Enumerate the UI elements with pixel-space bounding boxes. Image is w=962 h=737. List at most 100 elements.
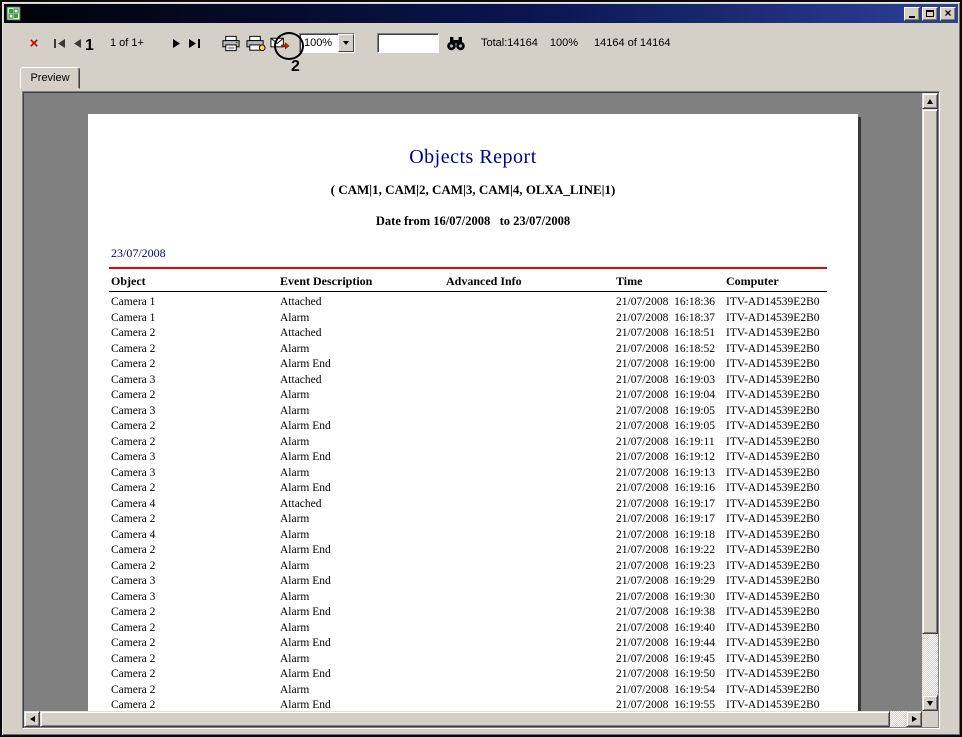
zoom-combobox[interactable]: 100%: [299, 33, 355, 53]
cell-object: Camera 2: [111, 636, 280, 652]
search-input[interactable]: [377, 33, 439, 53]
cell-advanced-info: [446, 683, 616, 699]
cell-computer: ITV-AD14539E2B0: [726, 528, 827, 544]
print-setup-button[interactable]: [245, 31, 267, 55]
cell-computer: ITV-AD14539E2B0: [726, 698, 827, 711]
cell-object: Camera 2: [111, 419, 280, 435]
cell-advanced-info: [446, 698, 616, 711]
close-button[interactable]: ×: [940, 7, 956, 21]
table-row: Camera 3 Alarm 21/07/2008 16:19:30 ITV-A…: [109, 590, 827, 606]
maximize-button[interactable]: [922, 7, 938, 21]
next-page-button[interactable]: [168, 31, 186, 55]
cell-time: 21/07/2008 16:19:03: [616, 373, 726, 389]
previous-page-button[interactable]: [68, 31, 86, 55]
cell-advanced-info: [446, 636, 616, 652]
close-report-button[interactable]: ×: [24, 31, 44, 55]
page-indicator: 1 of 1+: [110, 37, 144, 49]
next-page-icon: [172, 39, 182, 48]
cell-computer: ITV-AD14539E2B0: [726, 481, 827, 497]
arrow-up-icon: [927, 99, 933, 104]
cell-advanced-info: [446, 497, 616, 513]
vertical-scroll-thumb[interactable]: [922, 109, 938, 634]
cell-object: Camera 2: [111, 481, 280, 497]
cell-object: Camera 2: [111, 683, 280, 699]
cell-time: 21/07/2008 16:19:55: [616, 698, 726, 711]
cell-computer: ITV-AD14539E2B0: [726, 435, 827, 451]
cell-advanced-info: [446, 652, 616, 668]
table-row: Camera 2 Alarm End 21/07/2008 16:19:44 I…: [109, 636, 827, 652]
cell-computer: ITV-AD14539E2B0: [726, 605, 827, 621]
annotation-step-1: 1: [85, 37, 94, 55]
cell-computer: ITV-AD14539E2B0: [726, 450, 827, 466]
find-button[interactable]: [445, 31, 467, 55]
cell-event-description: Alarm End: [280, 667, 446, 683]
cell-advanced-info: [446, 342, 616, 358]
cell-time: 21/07/2008 16:19:22: [616, 543, 726, 559]
close-icon: ×: [944, 8, 951, 19]
table-row: Camera 2 Alarm 21/07/2008 16:18:52 ITV-A…: [109, 342, 827, 358]
binoculars-icon: [446, 36, 466, 51]
cell-advanced-info: [446, 481, 616, 497]
cell-advanced-info: [446, 667, 616, 683]
minimize-button[interactable]: [904, 7, 920, 21]
cell-event-description: Alarm End: [280, 636, 446, 652]
cell-event-description: Alarm: [280, 621, 446, 637]
zoom-dropdown-button[interactable]: [338, 34, 354, 52]
cell-computer: ITV-AD14539E2B0: [726, 683, 827, 699]
cell-object: Camera 2: [111, 698, 280, 711]
table-row: Camera 3 Alarm 21/07/2008 16:19:13 ITV-A…: [109, 466, 827, 482]
print-button[interactable]: [220, 31, 242, 55]
scroll-left-button[interactable]: [24, 711, 40, 727]
cell-computer: ITV-AD14539E2B0: [726, 357, 827, 373]
first-page-button[interactable]: [50, 31, 68, 55]
cell-event-description: Attached: [280, 373, 446, 389]
cell-time: 21/07/2008 16:19:44: [616, 636, 726, 652]
table-row: Camera 2 Alarm 21/07/2008 16:19:45 ITV-A…: [109, 652, 827, 668]
last-page-button[interactable]: [186, 31, 204, 55]
cell-advanced-info: [446, 419, 616, 435]
cell-object: Camera 3: [111, 466, 280, 482]
scroll-up-button[interactable]: [922, 93, 938, 109]
cell-time: 21/07/2008 16:19:05: [616, 419, 726, 435]
table-row: Camera 3 Alarm End 21/07/2008 16:19:29 I…: [109, 574, 827, 590]
vertical-scrollbar[interactable]: [922, 93, 938, 711]
cell-advanced-info: [446, 574, 616, 590]
cell-advanced-info: [446, 590, 616, 606]
cell-computer: ITV-AD14539E2B0: [726, 636, 827, 652]
cell-computer: ITV-AD14539E2B0: [726, 466, 827, 482]
minimize-icon: [909, 16, 915, 18]
horizontal-scrollbar[interactable]: [24, 711, 922, 727]
cell-event-description: Alarm: [280, 466, 446, 482]
cell-computer: ITV-AD14539E2B0: [726, 667, 827, 683]
arrow-left-icon: [30, 716, 35, 722]
cell-object: Camera 1: [111, 295, 280, 311]
cell-object: Camera 2: [111, 388, 280, 404]
column-header-computer: Computer: [726, 274, 827, 291]
cell-computer: ITV-AD14539E2B0: [726, 342, 827, 358]
titlebar[interactable]: ×: [4, 4, 958, 23]
cell-computer: ITV-AD14539E2B0: [726, 419, 827, 435]
cell-event-description: Alarm End: [280, 605, 446, 621]
scroll-down-button[interactable]: [922, 695, 938, 711]
cell-object: Camera 2: [111, 543, 280, 559]
cell-advanced-info: [446, 326, 616, 342]
horizontal-scroll-thumb[interactable]: [40, 711, 890, 727]
cell-event-description: Alarm End: [280, 574, 446, 590]
scroll-right-button[interactable]: [906, 711, 922, 727]
report-viewer-window: × × 1 of 1+: [0, 0, 962, 737]
cell-time: 21/07/2008 16:18:52: [616, 342, 726, 358]
table-row: Camera 4 Alarm 21/07/2008 16:19:18 ITV-A…: [109, 528, 827, 544]
cell-object: Camera 2: [111, 512, 280, 528]
cell-time: 21/07/2008 16:19:13: [616, 466, 726, 482]
cell-computer: ITV-AD14539E2B0: [726, 311, 827, 327]
scrollbar-corner: [922, 711, 938, 727]
cell-event-description: Alarm: [280, 590, 446, 606]
cell-object: Camera 2: [111, 605, 280, 621]
report-subtitle: ( CAM|1, CAM|2, CAM|3, CAM|4, OLXA_LINE|…: [88, 182, 858, 198]
cell-time: 21/07/2008 16:19:16: [616, 481, 726, 497]
table-row: Camera 3 Alarm 21/07/2008 16:19:05 ITV-A…: [109, 404, 827, 420]
cell-event-description: Attached: [280, 295, 446, 311]
tab-preview[interactable]: Preview: [20, 67, 80, 89]
printer-icon: [221, 35, 241, 52]
cell-object: Camera 3: [111, 574, 280, 590]
